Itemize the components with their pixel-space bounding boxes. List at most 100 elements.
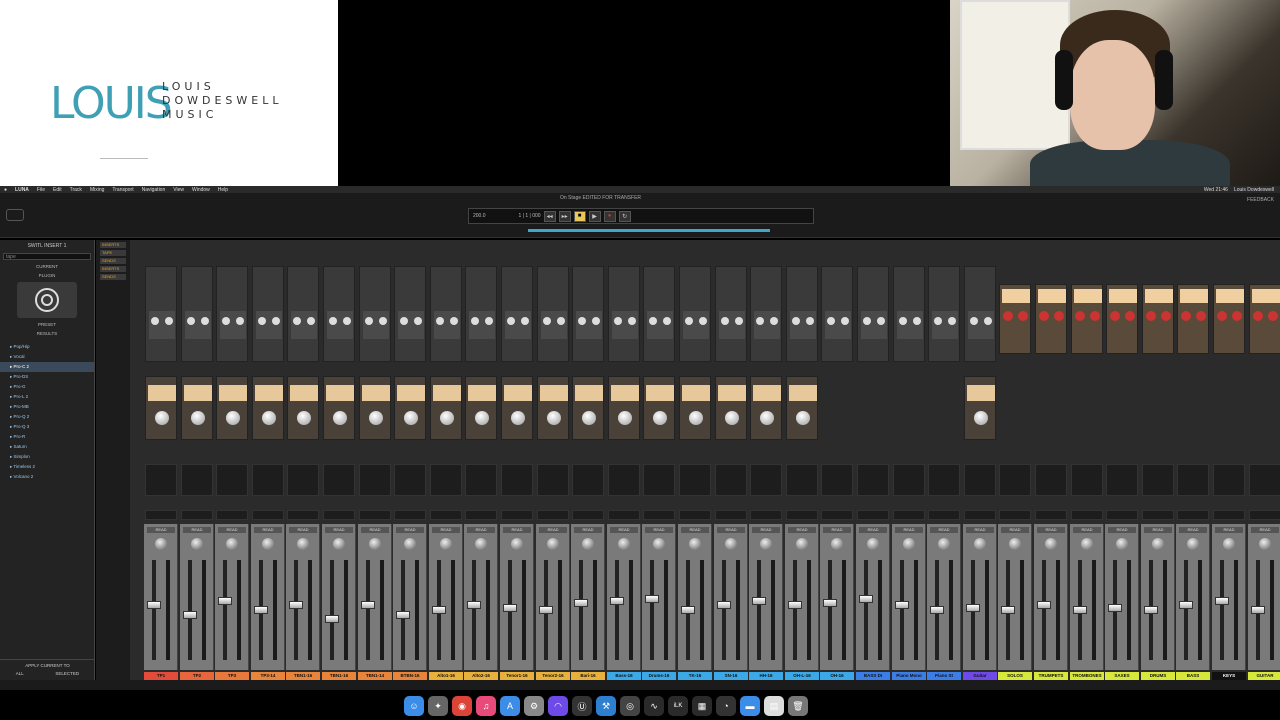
pan-knob[interactable] xyxy=(547,538,559,550)
result-item[interactable]: ▸ Vocal xyxy=(0,352,94,362)
saturation-knob[interactable] xyxy=(226,411,240,425)
saturation-knob[interactable] xyxy=(689,411,703,425)
volume-fader[interactable] xyxy=(503,604,517,612)
channel-name[interactable]: TBN1-14 xyxy=(358,672,392,680)
appstore-icon[interactable]: A xyxy=(500,696,520,716)
automation-mode[interactable]: READ xyxy=(966,527,994,533)
music-icon[interactable]: ♫ xyxy=(476,696,496,716)
insert-slots[interactable] xyxy=(750,464,782,496)
insert-slots[interactable] xyxy=(181,464,213,496)
pan-knob[interactable] xyxy=(689,538,701,550)
automation-mode[interactable]: READ xyxy=(823,527,851,533)
automation-mode[interactable]: READ xyxy=(930,527,958,533)
send-slots[interactable] xyxy=(964,510,996,520)
send-slots[interactable] xyxy=(1213,510,1245,520)
knob-icon[interactable] xyxy=(841,317,849,325)
rewind-icon[interactable]: ◂◂ xyxy=(543,210,556,222)
pan-knob[interactable] xyxy=(262,538,274,550)
pan-knob[interactable] xyxy=(333,538,345,550)
knob-icon[interactable] xyxy=(1146,311,1156,321)
send-slots[interactable] xyxy=(323,510,355,520)
knob-icon[interactable] xyxy=(307,317,315,325)
insert-slots[interactable] xyxy=(323,464,355,496)
apply-selected-button[interactable]: SELECTED xyxy=(55,671,79,676)
knob-icon[interactable] xyxy=(877,317,885,325)
apply-current-button[interactable]: APPLY CURRENT TO xyxy=(0,659,95,671)
position-display[interactable]: 1 | 1 | 000 xyxy=(519,213,541,219)
tape-plugin[interactable] xyxy=(501,376,533,440)
knob-icon[interactable] xyxy=(578,317,586,325)
volume-fader[interactable] xyxy=(895,601,909,609)
channel-name[interactable]: TBN1-16 xyxy=(286,672,320,680)
channel-preamp-plugin[interactable] xyxy=(928,266,960,362)
tape-plugin[interactable] xyxy=(572,376,604,440)
knob-icon[interactable] xyxy=(735,317,743,325)
automation-mode[interactable]: READ xyxy=(574,527,602,533)
volume-fader[interactable] xyxy=(1251,606,1265,614)
bus-plugin[interactable] xyxy=(1177,284,1209,354)
automation-mode[interactable]: READ xyxy=(717,527,745,533)
pan-knob[interactable] xyxy=(582,538,594,550)
saturation-knob[interactable] xyxy=(404,411,418,425)
knob-icon[interactable] xyxy=(721,317,729,325)
insert-slots[interactable] xyxy=(465,464,497,496)
automation-mode[interactable]: READ xyxy=(467,527,495,533)
insert-slots[interactable] xyxy=(608,464,640,496)
feedback-button[interactable]: FEEDBACK xyxy=(1247,197,1274,203)
knob-icon[interactable] xyxy=(628,317,636,325)
ilok-icon[interactable]: iLK xyxy=(668,696,688,716)
channel-name[interactable]: TP1 xyxy=(144,672,178,680)
channel-name[interactable]: DRUMS xyxy=(1141,672,1175,680)
knob-icon[interactable] xyxy=(365,317,373,325)
pan-knob[interactable] xyxy=(1045,538,1057,550)
tape-plugin[interactable] xyxy=(323,376,355,440)
volume-fader[interactable] xyxy=(1001,606,1015,614)
pan-knob[interactable] xyxy=(1009,538,1021,550)
search-input[interactable]: tape xyxy=(3,253,91,260)
insert-slots[interactable] xyxy=(287,464,319,496)
channel-preamp-plugin[interactable] xyxy=(323,266,355,362)
menu-help[interactable]: Help xyxy=(214,187,232,193)
send-slots[interactable] xyxy=(679,510,711,520)
insert-slots[interactable] xyxy=(1071,464,1103,496)
apple-icon[interactable]: ● xyxy=(0,187,11,193)
insert-slots[interactable] xyxy=(145,464,177,496)
knob-icon[interactable] xyxy=(1054,311,1064,321)
automation-mode[interactable]: READ xyxy=(1144,527,1172,533)
clock[interactable]: Wed 21:46 xyxy=(1204,187,1228,193)
tape-plugin[interactable] xyxy=(430,376,462,440)
automation-mode[interactable]: READ xyxy=(1108,527,1136,533)
channel-preamp-plugin[interactable] xyxy=(608,266,640,362)
tape-plugin[interactable] xyxy=(465,376,497,440)
volume-fader[interactable] xyxy=(1037,601,1051,609)
knob-icon[interactable] xyxy=(1253,311,1263,321)
channel-name[interactable]: BASS xyxy=(1176,672,1210,680)
pan-knob[interactable] xyxy=(725,538,737,550)
send-slots[interactable] xyxy=(572,510,604,520)
result-item[interactable]: ▸ Pro-G xyxy=(0,382,94,392)
send-slots[interactable] xyxy=(750,510,782,520)
result-item[interactable]: ▸ Pro-R xyxy=(0,432,94,442)
insert-slots[interactable] xyxy=(679,464,711,496)
knob-icon[interactable] xyxy=(1039,311,1049,321)
automation-mode[interactable]: READ xyxy=(610,527,638,533)
tape-plugin[interactable] xyxy=(537,376,569,440)
insert-slots[interactable] xyxy=(572,464,604,496)
knob-icon[interactable] xyxy=(400,317,408,325)
channel-name[interactable]: Tenor2-16 xyxy=(536,672,570,680)
knob-icon[interactable] xyxy=(1090,311,1100,321)
automation-mode[interactable]: READ xyxy=(788,527,816,533)
pan-knob[interactable] xyxy=(404,538,416,550)
channel-preamp-plugin[interactable] xyxy=(145,266,177,362)
knob-icon[interactable] xyxy=(485,317,493,325)
automation-mode[interactable]: READ xyxy=(1073,527,1101,533)
saturation-knob[interactable] xyxy=(725,411,739,425)
tape-plugin[interactable] xyxy=(679,376,711,440)
insert-slots[interactable] xyxy=(643,464,675,496)
saturation-knob[interactable] xyxy=(511,411,525,425)
volume-fader[interactable] xyxy=(1179,601,1193,609)
pan-knob[interactable] xyxy=(369,538,381,550)
send-slots[interactable] xyxy=(1071,510,1103,520)
bus-plugin[interactable] xyxy=(1071,284,1103,354)
menu-navigation[interactable]: Navigation xyxy=(138,187,170,193)
